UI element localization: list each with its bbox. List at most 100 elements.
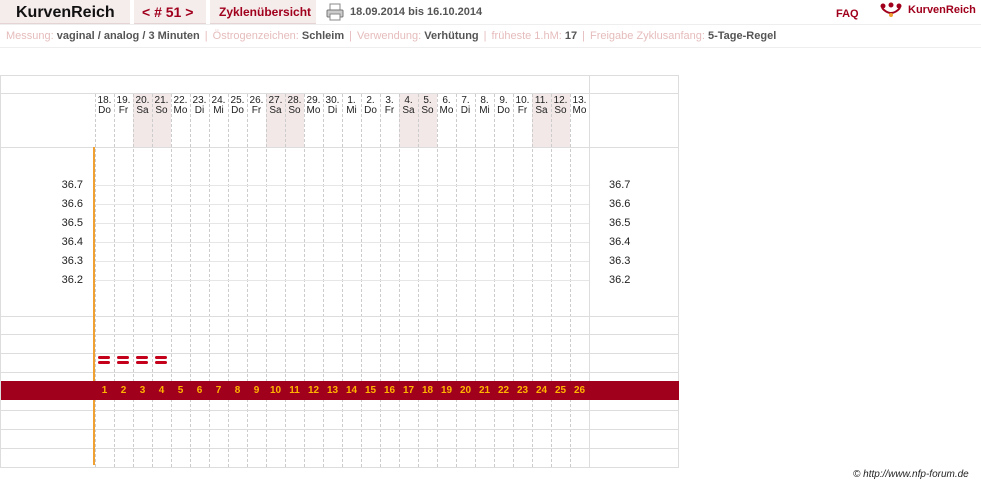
- cycle-day-number[interactable]: 22: [494, 385, 513, 396]
- weekday-label: Mo: [572, 105, 587, 116]
- logo-text: KurvenReich: [908, 4, 976, 16]
- cycle-overview-link[interactable]: Zyklenübersicht: [210, 0, 316, 24]
- cycle-navigation[interactable]: < # 51 >: [134, 0, 206, 24]
- row-divider: [1, 147, 678, 148]
- cycle-day-number[interactable]: 14: [342, 385, 361, 396]
- weekday-label: Fr: [251, 105, 262, 116]
- day-header: 28. So: [285, 96, 304, 116]
- settings-separator: |: [582, 30, 585, 42]
- setting-label: Freigabe Zyklusanfang:: [589, 30, 708, 42]
- weekday-label: Mo: [173, 105, 188, 116]
- temp-gridline: [95, 204, 589, 205]
- weekday-label: So: [288, 105, 301, 116]
- weekday-label: So: [155, 105, 168, 116]
- cycle-day-number[interactable]: 21: [475, 385, 494, 396]
- temperature-axis-right: 36.2: [609, 274, 631, 286]
- day-header: 21. So: [152, 96, 171, 116]
- cycle-day-number[interactable]: 3: [133, 385, 152, 396]
- row-divider: [1, 316, 678, 317]
- settings-separator: |: [204, 30, 208, 42]
- temperature-axis-right: 36.5: [609, 217, 631, 229]
- temperature-axis-left: 36.4: [61, 236, 83, 248]
- day-header: 2. Do: [361, 96, 380, 116]
- cycle-day-number[interactable]: 16: [380, 385, 399, 396]
- day-header: 20. Sa: [133, 96, 152, 116]
- cycle-day-number[interactable]: 15: [361, 385, 380, 396]
- faq-link[interactable]: FAQ: [836, 8, 859, 20]
- day-header: 3. Fr: [380, 96, 399, 116]
- cycle-day-number[interactable]: 23: [513, 385, 532, 396]
- weekday-label: Sa: [535, 105, 548, 116]
- day-header: 1. Mi: [342, 96, 361, 116]
- row-divider: [1, 448, 678, 449]
- bleeding-marker: [155, 356, 167, 364]
- cycle-day-number[interactable]: 18: [418, 385, 437, 396]
- printer-icon[interactable]: [326, 3, 344, 21]
- cycle-day-number[interactable]: 9: [247, 385, 266, 396]
- day-header: 4. Sa: [399, 96, 418, 116]
- cycle-day-number[interactable]: 26: [570, 385, 589, 396]
- day-header: 9. Do: [494, 96, 513, 116]
- cycle-day-number[interactable]: 25: [551, 385, 570, 396]
- temperature-axis-left: 36.6: [61, 198, 83, 210]
- setting-label: Messung:: [6, 30, 57, 42]
- day-header: 19. Fr: [114, 96, 133, 116]
- weekday-label: Di: [327, 105, 338, 116]
- bleeding-marker: [117, 356, 129, 364]
- day-header: 27. Sa: [266, 96, 285, 116]
- day-header: 5. So: [418, 96, 437, 116]
- day-header: 10. Fr: [513, 96, 532, 116]
- cycle-day-number[interactable]: 12: [304, 385, 323, 396]
- cycle-day-number[interactable]: 13: [323, 385, 342, 396]
- weekday-label: Do: [364, 105, 377, 116]
- cycle-day-number[interactable]: 1: [95, 385, 114, 396]
- day-header: 7. Di: [456, 96, 475, 116]
- setting-label: Östrogenzeichen:: [212, 30, 302, 42]
- weekday-label: Fr: [517, 105, 528, 116]
- weekday-label: Fr: [118, 105, 129, 116]
- cycle-day-number[interactable]: 5: [171, 385, 190, 396]
- row-divider: [1, 353, 678, 354]
- weekday-label: Mo: [306, 105, 321, 116]
- bleeding-marker: [136, 356, 148, 364]
- row-divider: [1, 429, 678, 430]
- weekday-label: Sa: [269, 105, 282, 116]
- day-header: 30. Di: [323, 96, 342, 116]
- row-divider: [1, 334, 678, 335]
- setting-value: Schleim: [301, 30, 345, 42]
- day-header: 25. Do: [228, 96, 247, 116]
- settings-separator: |: [349, 30, 352, 42]
- crown-logo-icon: [880, 2, 902, 17]
- brand-tab[interactable]: KurvenReich: [0, 0, 130, 24]
- cycle-day-number[interactable]: 2: [114, 385, 133, 396]
- weekday-label: Do: [98, 105, 111, 116]
- cycle-day-number[interactable]: 24: [532, 385, 551, 396]
- day-header: 13. Mo: [570, 96, 589, 116]
- cycle-day-number[interactable]: 10: [266, 385, 285, 396]
- day-header: 8. Mi: [475, 96, 494, 116]
- weekday-label: Mo: [439, 105, 454, 116]
- temperature-axis-right: 36.3: [609, 255, 631, 267]
- weekday-label: Di: [460, 105, 471, 116]
- date-range: 18.09.2014 bis 16.10.2014: [350, 6, 483, 18]
- weekday-label: So: [421, 105, 434, 116]
- day-header: 11. Sa: [532, 96, 551, 116]
- cycle-day-number[interactable]: 17: [399, 385, 418, 396]
- cycle-day-number[interactable]: 6: [190, 385, 209, 396]
- weekday-label: So: [554, 105, 567, 116]
- cycle-day-number[interactable]: 11: [285, 385, 304, 396]
- weekday-label: Mi: [479, 105, 490, 116]
- temp-gridline: [95, 223, 589, 224]
- day-header: 18. Do: [95, 96, 114, 116]
- cycle-day-number[interactable]: 8: [228, 385, 247, 396]
- temperature-axis-left: 36.7: [61, 179, 83, 191]
- day-header: 29. Mo: [304, 96, 323, 116]
- cycle-day-number[interactable]: 19: [437, 385, 456, 396]
- cycle-day-number[interactable]: 7: [209, 385, 228, 396]
- setting-label: früheste 1.hM:: [491, 30, 565, 42]
- settings-divider: [0, 47, 981, 48]
- day-header: 23. Di: [190, 96, 209, 116]
- cycle-day-number[interactable]: 4: [152, 385, 171, 396]
- day-header: 12. So: [551, 96, 570, 116]
- cycle-day-number[interactable]: 20: [456, 385, 475, 396]
